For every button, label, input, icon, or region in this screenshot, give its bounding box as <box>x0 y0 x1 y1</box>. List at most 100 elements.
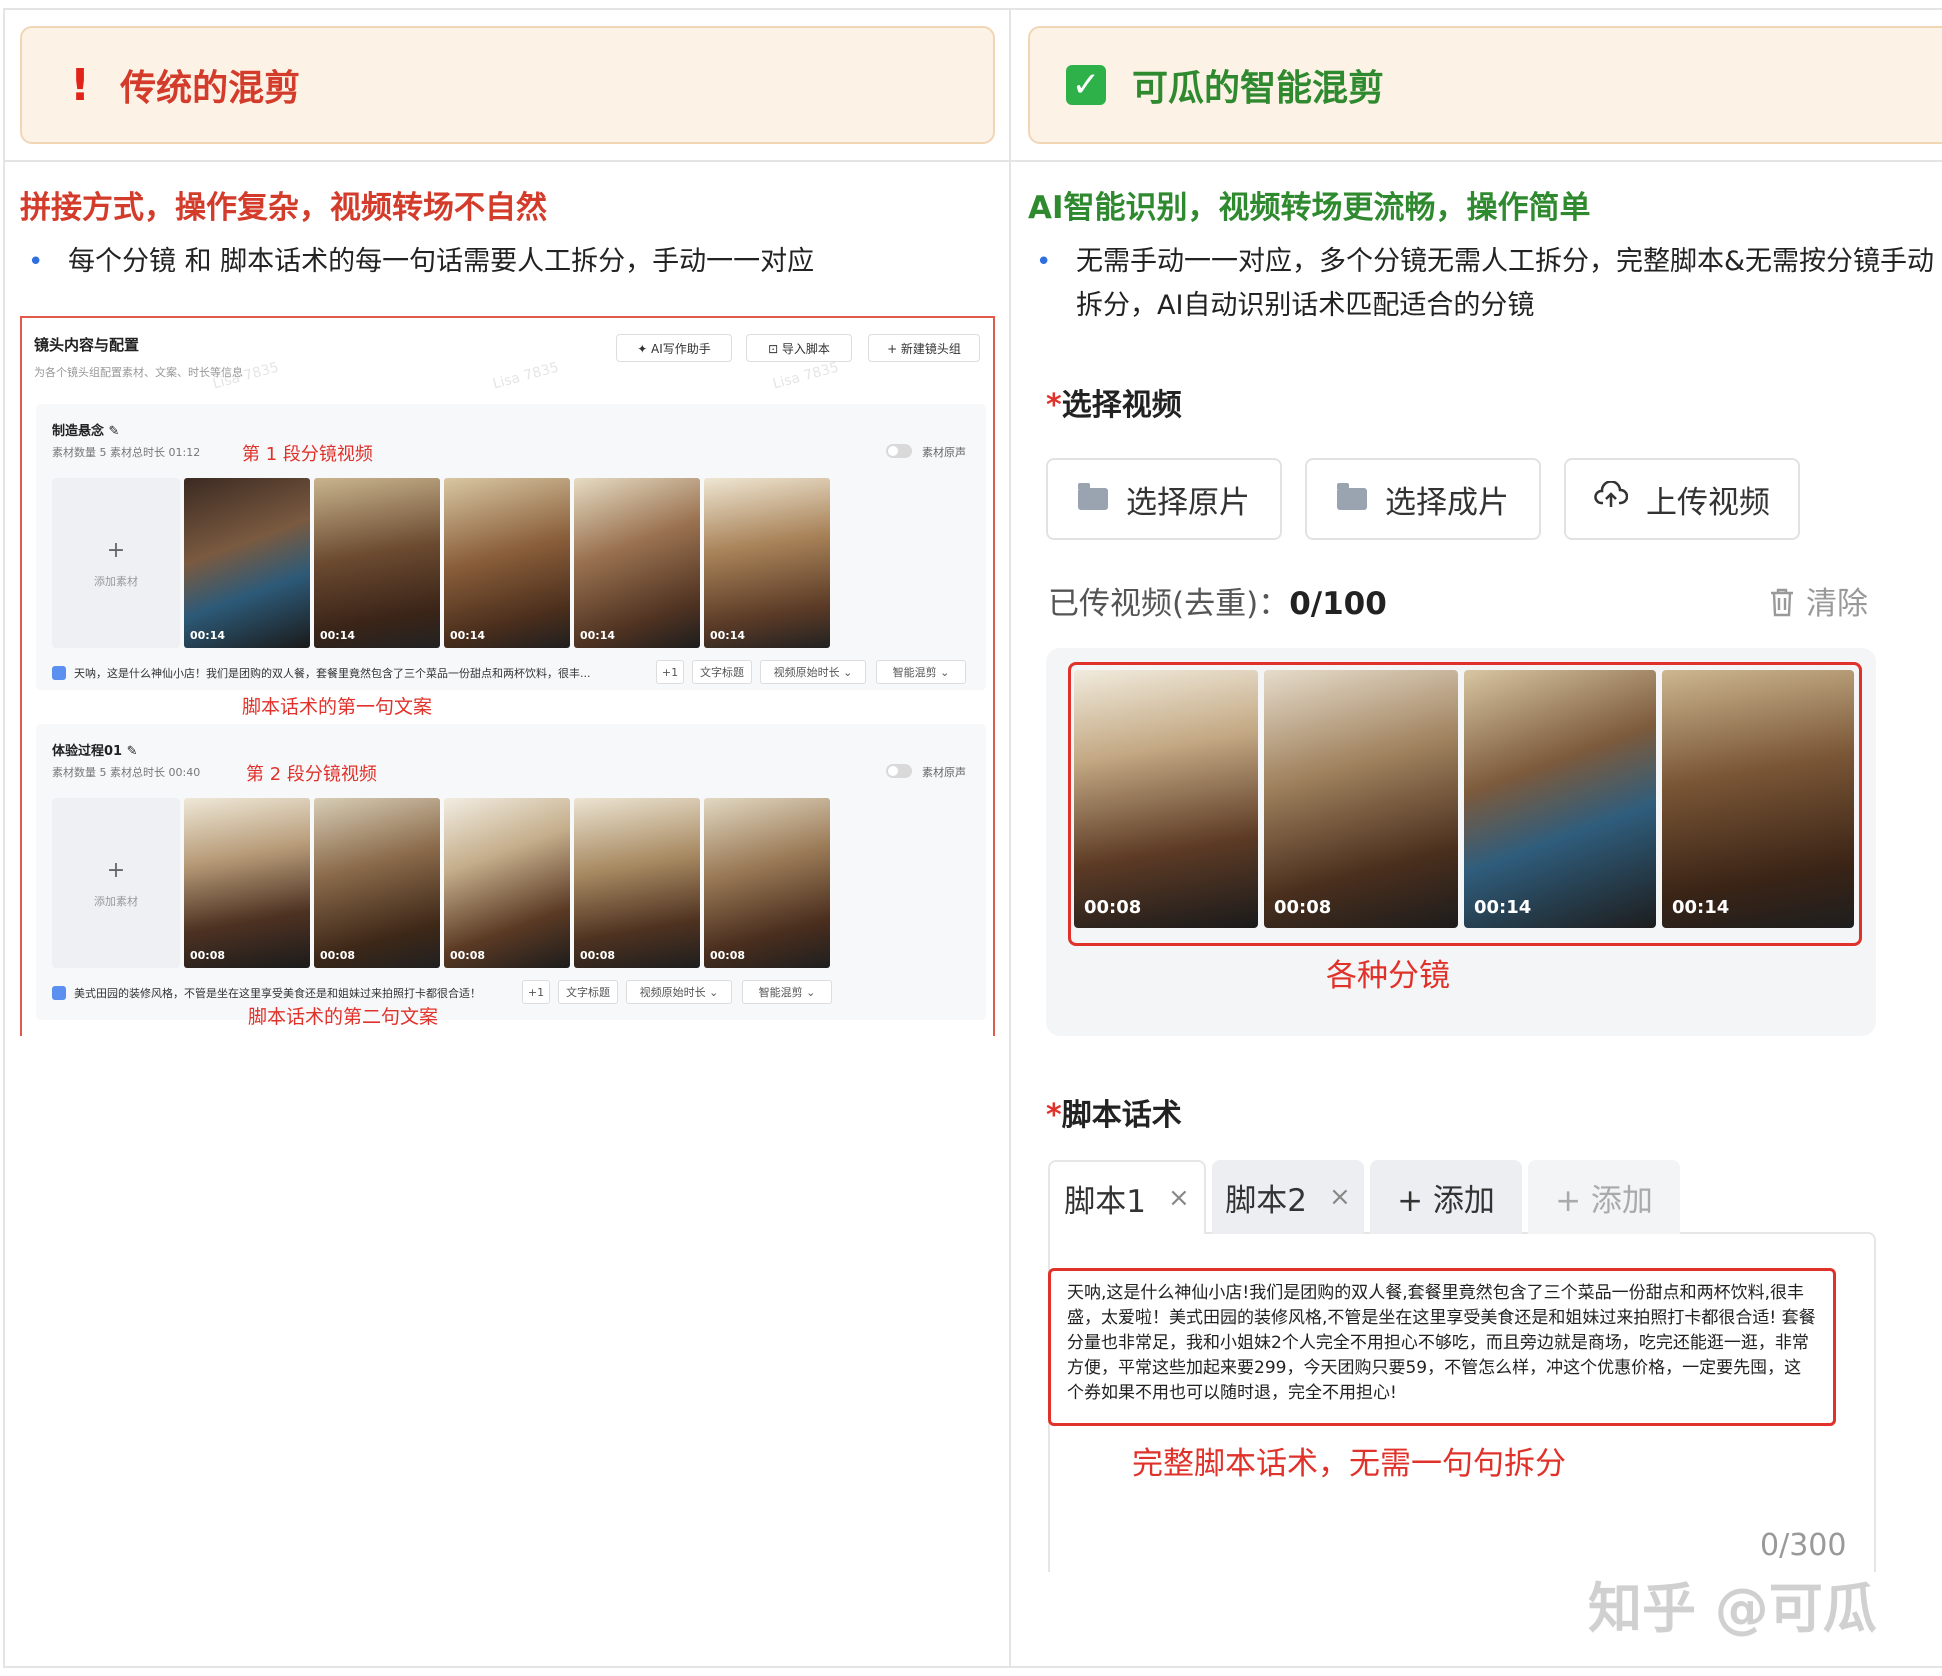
script-line-text: 天呐，这是什么神仙小店！我们是团购的双人餐，套餐里竟然包含了三个菜品一份甜点和两… <box>74 667 591 680</box>
toggle-label: 素材原声 <box>922 766 966 779</box>
script-line-text: 美式田园的装修风格，不管是坐在这里享受美食还是和姐妹过来拍照打卡都很合适！ <box>74 987 481 1000</box>
original-audio-toggle[interactable] <box>886 764 912 778</box>
thumb-duration: 00:14 <box>710 629 746 642</box>
script-line[interactable]: 天呐，这是什么神仙小店！我们是团购的双人餐，套餐里竟然包含了三个菜品一份甜点和两… <box>52 660 652 686</box>
video-thumbnail[interactable]: 00:14 <box>184 478 310 648</box>
video-thumbnail[interactable]: 00:14 <box>704 478 830 648</box>
bullet-dot-icon: • <box>28 247 44 277</box>
clear-label: 清除 <box>1806 586 1868 622</box>
segment-annotation: 第 2 段分镜视频 <box>246 764 377 785</box>
tab-label: 脚本2 <box>1225 1182 1307 1219</box>
thumb-duration: 00:14 <box>580 629 616 642</box>
column-divider <box>1009 8 1011 1668</box>
tab-script-1[interactable]: 脚本1 × <box>1048 1160 1206 1234</box>
required-star: * <box>1046 388 1062 423</box>
smart-title: 可瓜的智能混剪 <box>1132 68 1385 109</box>
smart-banner: ✓ 可瓜的智能混剪 <box>1028 26 1942 144</box>
close-icon[interactable]: × <box>1168 1183 1190 1213</box>
traditional-bullet-text: 每个分镜 和 脚本话术的每一句话需要人工拆分，手动一一对应 <box>68 246 815 277</box>
video-thumbnail[interactable]: 00:08 <box>444 798 570 968</box>
add-tab-button-disabled[interactable]: + 添加 <box>1528 1160 1680 1234</box>
script-icon <box>52 666 66 680</box>
thumb-duration: 00:08 <box>710 949 746 962</box>
smart-bullet-text: 无需手动一一对应，多个分镜无需人工拆分，完整脚本&无需按分镜手动拆分，AI自动识… <box>1076 246 1935 321</box>
script-label-text: 脚本话术 <box>1061 1098 1182 1133</box>
thumb-duration: 00:08 <box>190 949 226 962</box>
tab-script-2[interactable]: 脚本2 × <box>1212 1160 1364 1234</box>
duration-select[interactable]: 视频原始时长 ⌄ <box>760 660 866 684</box>
exclamation-icon: ! <box>70 59 91 111</box>
shots-highlight-frame <box>1068 662 1862 946</box>
script-label: *脚本话术 <box>1046 1090 1182 1134</box>
folder-icon <box>1337 483 1367 510</box>
zhihu-watermark: 知乎 @可瓜 <box>1588 1577 1877 1640</box>
select-video-text: 选择视频 <box>1061 388 1182 423</box>
watermark: Lisa 7835 <box>491 359 561 393</box>
shots-caption: 各种分镜 <box>1326 958 1450 994</box>
video-thumbnail[interactable]: 00:08 <box>574 798 700 968</box>
add-material-label: 添加素材 <box>94 574 138 588</box>
group-title: 制造悬念 ✎ <box>52 424 120 439</box>
full-script-text[interactable]: 天呐,这是什么神仙小店!我们是团购的双人餐,套餐里竟然包含了三个菜品一份甜点和两… <box>1048 1268 1836 1426</box>
full-script-caption: 完整脚本话术，无需一句句拆分 <box>1132 1446 1566 1482</box>
script-icon <box>52 986 66 1000</box>
uploaded-count: 已传视频(去重)：0/100 <box>1048 578 1387 623</box>
smart-mix-select[interactable]: 智能混剪 ⌄ <box>742 980 832 1004</box>
video-thumbnail[interactable]: 00:14 <box>574 478 700 648</box>
smart-heading: AI智能识别，视频转场更流畅，操作简单 <box>1028 190 1591 226</box>
video-thumbnail[interactable]: 00:08 <box>704 798 830 968</box>
video-thumbnail[interactable]: 00:08 <box>184 798 310 968</box>
add-tab-button[interactable]: + 添加 <box>1370 1160 1522 1234</box>
check-icon: ✓ <box>1066 65 1106 105</box>
segment-annotation: 第 1 段分镜视频 <box>242 444 373 465</box>
thumb-duration: 00:14 <box>190 629 226 642</box>
bottom-border <box>3 1666 1942 1668</box>
cloud-upload-icon <box>1594 480 1629 517</box>
trash-icon <box>1768 587 1796 625</box>
upload-video-button[interactable]: 上传视频 <box>1564 458 1800 540</box>
group-meta: 素材数量 5 素材总时长 01:12 <box>52 446 201 459</box>
extra-count-badge: +1 <box>522 980 550 1004</box>
smart-mix-select[interactable]: 智能混剪 ⌄ <box>876 660 966 684</box>
close-icon[interactable]: × <box>1329 1182 1351 1212</box>
bullet-dot-icon: • <box>1036 247 1052 277</box>
traditional-editor-screenshot: 镜头内容与配置 为各个镜头组配置素材、文案、时长等信息 ✦ AI写作助手 ⊡ 导… <box>20 316 995 1036</box>
original-audio-toggle[interactable] <box>886 444 912 458</box>
traditional-bullet: • 每个分镜 和 脚本话术的每一句话需要人工拆分，手动一一对应 <box>28 240 998 284</box>
traditional-title: 传统的混剪 <box>120 68 301 109</box>
add-material-tile[interactable]: + 添加素材 <box>52 478 180 648</box>
thumb-duration: 00:14 <box>450 629 486 642</box>
char-counter: 0/300 <box>1760 1528 1847 1563</box>
group-title: 体验过程01 ✎ <box>52 744 138 759</box>
duration-select[interactable]: 视频原始时长 ⌄ <box>626 980 732 1004</box>
select-finished-button[interactable]: 选择成片 <box>1305 458 1541 540</box>
add-material-tile[interactable]: + 添加素材 <box>52 798 180 968</box>
tab-label: 脚本1 <box>1064 1183 1146 1220</box>
smart-bullet: • 无需手动一一对应，多个分镜无需人工拆分，完整脚本&无需按分镜手动拆分，AI自… <box>1036 240 1942 328</box>
add-material-label: 添加素材 <box>94 894 138 908</box>
video-thumbnail[interactable]: 00:14 <box>444 478 570 648</box>
thumb-duration: 00:08 <box>320 949 356 962</box>
first-sentence-caption: 脚本话术的第一句文案 <box>242 696 433 718</box>
select-raw-button[interactable]: 选择原片 <box>1046 458 1282 540</box>
uploaded-value: 0/100 <box>1289 586 1387 622</box>
text-title-button[interactable]: 文字标题 <box>692 660 752 684</box>
video-thumbnail[interactable]: 00:08 <box>314 798 440 968</box>
traditional-heading: 拼接方式，操作复杂，视频转场不自然 <box>20 190 547 226</box>
folder-icon <box>1078 483 1108 510</box>
shot-group-1: 制造悬念 ✎ 素材数量 5 素材总时长 01:12 第 1 段分镜视频 素材原声… <box>36 404 986 690</box>
import-script-button[interactable]: ⊡ 导入脚本 <box>746 334 852 362</box>
shot-group-2: 体验过程01 ✎ 素材数量 5 素材总时长 00:40 第 2 段分镜视频 素材… <box>36 724 986 1020</box>
second-sentence-caption: 脚本话术的第二句文案 <box>248 1006 439 1028</box>
new-shot-group-button[interactable]: + 新建镜头组 <box>868 334 980 362</box>
group-meta: 素材数量 5 素材总时长 00:40 <box>52 766 201 779</box>
thumb-duration: 00:08 <box>450 949 486 962</box>
row-divider <box>3 160 1942 162</box>
select-raw-label: 选择原片 <box>1126 484 1250 521</box>
clear-button[interactable]: 清除 <box>1768 578 1868 625</box>
required-star: * <box>1046 1098 1062 1133</box>
ai-writing-button[interactable]: ✦ AI写作助手 <box>616 334 732 362</box>
uploaded-label: 已传视频(去重)： <box>1048 586 1290 622</box>
video-thumbnail[interactable]: 00:14 <box>314 478 440 648</box>
text-title-button[interactable]: 文字标题 <box>558 980 618 1004</box>
